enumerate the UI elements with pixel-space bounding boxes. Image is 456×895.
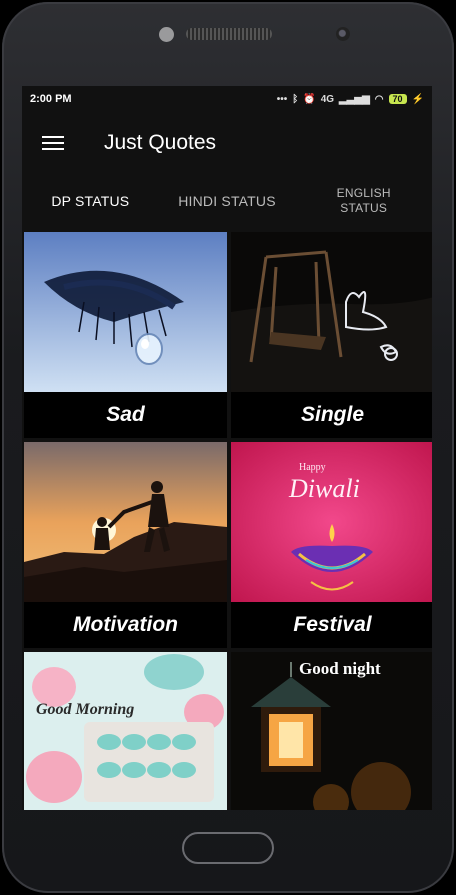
sad-image [24,232,227,392]
good-morning-text: Good Morning [36,701,134,718]
bluetooth-icon: ᛒ [292,93,299,105]
single-image [231,232,432,392]
category-label: Motivation [73,613,178,636]
category-card-good-morning[interactable]: Good Morning [24,652,227,810]
hamburger-menu-icon[interactable] [42,136,64,150]
good-morning-image: Good Morning [24,652,227,810]
proximity-sensor [159,27,174,42]
app-bar: Just Quotes [22,112,432,174]
category-grid: Sad Single Motivation Happy Diwali Festi… [22,228,432,810]
tab-dp-status[interactable]: DP STATUS [22,174,159,228]
good-night-text: Good night [299,659,381,678]
category-card-good-night[interactable]: Good night [231,652,432,810]
status-icons: ••• ᛒ ⏰ 4G ▂▃▅▆ ◠ 70 ⚡ [277,94,424,105]
category-card-single[interactable]: Single [231,232,432,438]
festival-image: Happy Diwali [231,442,432,602]
earpiece-speaker [186,28,272,40]
charging-icon: ⚡ [411,93,424,105]
tab-english-status[interactable]: ENGLISH STATUS [295,174,432,228]
tab-english-status-label: ENGLISH STATUS [336,186,391,215]
alarm-icon: ⏰ [303,93,316,105]
status-time: 2:00 PM [30,93,72,105]
signal-icon: ▂▃▅▆ [339,93,370,105]
battery-level: 70 [388,94,407,104]
category-card-motivation[interactable]: Motivation [24,442,227,648]
front-camera [336,27,350,41]
festival-diwali-text: Diwali [288,474,360,503]
category-label: Single [300,403,364,426]
network-type: 4G [320,93,335,105]
good-night-image: Good night [231,652,432,810]
motivation-image [24,442,227,602]
dots-icon: ••• [276,93,288,105]
category-card-festival[interactable]: Happy Diwali Festival [231,442,432,648]
tab-bar: DP STATUS HINDI STATUS ENGLISH STATUS [22,174,432,228]
app-title: Just Quotes [104,131,217,154]
festival-happy-text: Happy [299,462,326,473]
category-label: Sad [106,403,145,426]
status-bar: 2:00 PM ••• ᛒ ⏰ 4G ▂▃▅▆ ◠ 70 ⚡ [22,86,432,112]
wifi-icon: ◠ [374,93,384,105]
app-screen: 2:00 PM ••• ᛒ ⏰ 4G ▂▃▅▆ ◠ 70 ⚡ Just Quot… [22,86,432,810]
tab-hindi-status[interactable]: HINDI STATUS [159,174,296,228]
home-button[interactable] [182,832,274,864]
category-label: Festival [293,613,372,636]
category-card-sad[interactable]: Sad [24,232,227,438]
